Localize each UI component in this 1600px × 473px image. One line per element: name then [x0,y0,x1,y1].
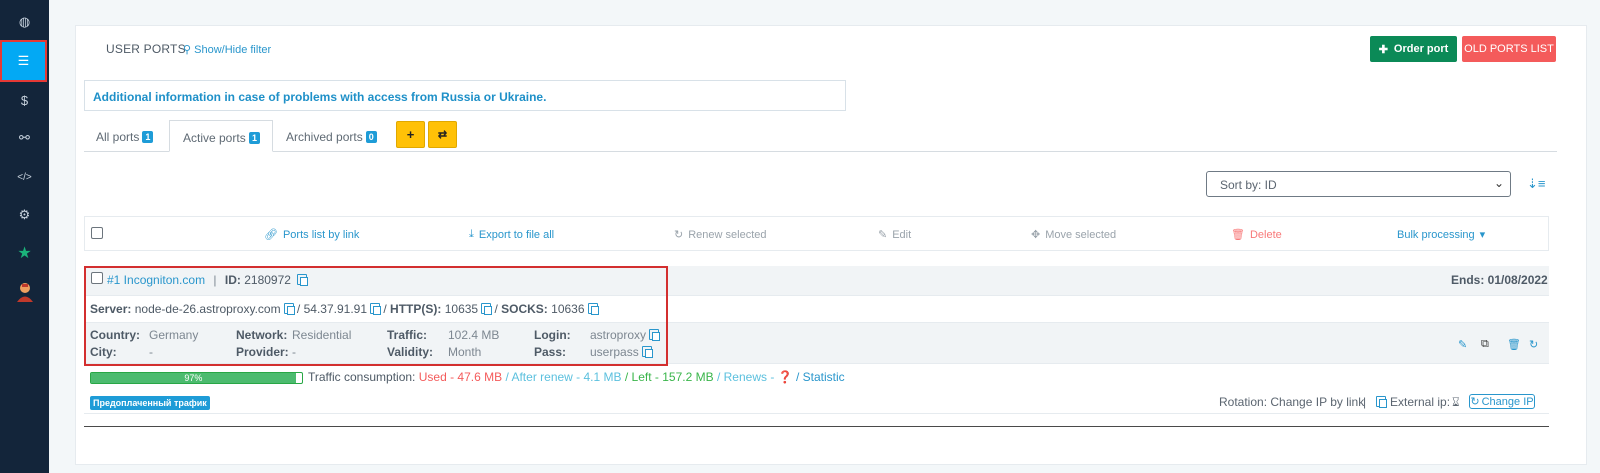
info-link[interactable]: Additional information in case of proble… [84,80,846,111]
caret-down-icon: ▾ [1479,229,1486,241]
sep: / [624,370,629,384]
tab-archived-ports[interactable]: Archived ports 0 [286,130,377,144]
page-title: USER PORTS [106,42,186,56]
bulk-processing-dropdown[interactable]: Bulk processing ▾ [1397,228,1486,242]
avatar [16,283,33,302]
duplicate-icon[interactable]: ⧉ [1481,338,1489,351]
sort-select[interactable]: Sort by: ID ⌄ [1206,171,1511,197]
sep: / [716,370,721,384]
left-value: Left - 157.2 MB [631,370,714,384]
order-port-label: Order port [1393,43,1449,55]
hourglass-icon: ⌛︎ [1452,395,1460,409]
filter-link-label: Show/Hide filter [194,44,272,56]
user-ports-card: USER PORTS ⚲ Show/Hide filter ✚ Order po… [75,25,1587,465]
plus-icon: ✚ [1378,43,1388,56]
edit-button[interactable]: ✎ Edit [878,228,912,242]
show-hide-filter-link[interactable]: ⚲ Show/Hide filter [183,43,271,56]
edit-icon[interactable]: ✎ [1458,338,1467,351]
link-icon: 🔗︎ [264,229,278,241]
count-badge: 1 [249,132,261,144]
bulk-label: Edit [892,228,912,241]
select-all-checkbox[interactable] [91,227,103,239]
gears-icon[interactable]: ⚙ [0,196,49,234]
dollar-icon[interactable]: $ [0,81,49,119]
bulk-label: Ports list by link [282,228,360,241]
refresh-icon[interactable]: ↻ [1529,338,1538,351]
edit-icon: ✎ [878,229,888,241]
list-icon[interactable]: ☰ [0,40,47,82]
port-details-highlight [84,266,668,366]
statistic-link[interactable]: Statistic [803,370,845,384]
code-icon[interactable]: </> [0,158,49,196]
bulk-label: Renew selected [688,228,767,241]
move-icon: ✥ [1031,229,1041,241]
external-ip-label: External ip: [1390,395,1451,409]
move-selected-button[interactable]: ✥ Move selected [1031,228,1117,242]
change-ip-button[interactable]: ↻ Change IP [1469,394,1535,409]
separator: | [1363,395,1367,409]
bulk-label: Move selected [1045,228,1117,241]
tab-all-ports[interactable]: All ports 1 [96,130,154,144]
tab-label: Active ports [183,131,246,145]
bulk-label: Bulk processing [1397,228,1475,241]
prepaid-traffic-badge: Предоплаченный трафик [90,396,210,410]
refresh-icon: ⇄ [437,129,448,141]
copy-link-icon[interactable] [1373,395,1387,409]
sort-order-icon[interactable]: ⇣≡ [1527,176,1545,192]
sep: / [505,370,509,384]
order-port-button[interactable]: ✚ Order port [1370,36,1457,62]
user-avatar-icon[interactable] [0,273,49,311]
star-icon[interactable]: ★ [0,234,49,272]
dashboard-icon[interactable]: ◍ [0,3,49,41]
used-value: Used - 47.6 MB [418,370,503,384]
traffic-consumption-line: Traffic consumption: Used - 47.6 MB / Af… [308,370,845,384]
trash-icon: 🗑︎ [1231,229,1245,241]
bulk-label: Delete [1249,228,1282,241]
count-badge: 1 [142,131,154,143]
bulk-label: Export to file all [478,228,555,241]
trash-icon[interactable]: 🗑︎ [1507,338,1521,351]
old-ports-list-button[interactable]: OLD PORTS LIST [1462,36,1556,62]
ends-date: Ends: 01/08/2022 [1451,273,1548,287]
add-port-button[interactable]: + [396,121,425,148]
tab-label: Archived ports [286,130,363,144]
rotation-text: Rotation: Change IP by link [1219,395,1365,409]
tabs-divider [84,151,1557,152]
search-icon: ⚲ [183,44,192,56]
tab-active-ports[interactable]: Active ports 1 [169,120,273,152]
traffic-progress-bar: 97% [90,372,303,384]
refresh-icon: ↻ [1470,396,1480,408]
renew-selected-button[interactable]: ↻ Renew selected [674,228,767,242]
refresh-button[interactable]: ⇄ [428,121,457,148]
count-badge: 0 [365,131,377,143]
sep: / [795,370,800,384]
handshake-icon[interactable]: ⚯ [0,119,49,157]
chevron-down-icon: ⌄ [1493,176,1504,190]
sort-selected-value: Sort by: ID [1220,178,1277,192]
bottom-divider [84,426,1549,427]
refresh-icon: ↻ [674,229,684,241]
progress-fill: 97% [91,373,296,383]
delete-button[interactable]: 🗑︎ Delete [1231,228,1282,242]
consumption-label: Traffic consumption: [308,370,416,384]
plus-icon: + [406,127,415,142]
download-icon: ⤓ [469,228,474,240]
export-to-file-button[interactable]: ⤓ Export to file all [469,228,554,241]
ports-list-by-link[interactable]: 🔗︎ Ports list by link [264,228,360,242]
renews-value: Renews - ❓ [723,370,793,384]
tab-label: All ports [96,130,140,144]
sidebar: ◍ ☰ $ ⚯ </> ⚙ ★ [0,0,49,473]
change-ip-label: Change IP [1481,395,1534,408]
after-renew-value: After renew - 4.1 MB [511,370,622,384]
